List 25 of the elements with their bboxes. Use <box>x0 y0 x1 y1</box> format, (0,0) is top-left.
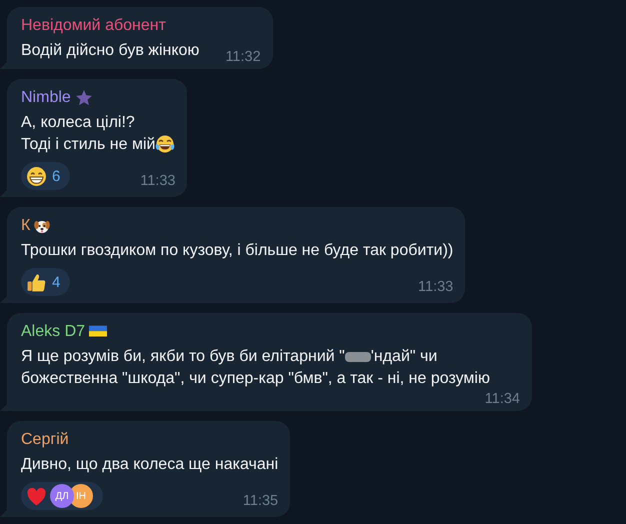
heart-icon <box>26 486 47 506</box>
user-avatar: ДЛ <box>50 484 74 508</box>
star-icon <box>74 89 93 107</box>
sender-name[interactable]: Nimble <box>21 89 71 107</box>
sender-name[interactable]: Aleks D7 <box>21 323 86 341</box>
sender-name[interactable]: Сергій <box>21 431 69 449</box>
laughing-face-icon <box>155 134 176 154</box>
thumbs-up-icon <box>26 272 47 292</box>
message-text: Я ще розумів би, якби то був би елітарний " 'ндай" чи божественна "шкода", чи супер-кар "бмв", а так - ні, не розумію <box>21 347 491 389</box>
message-text: Водій дійсно був жінкою <box>21 41 200 61</box>
message-time: 11:34 <box>484 390 520 408</box>
message-text: А, колеса цілі!? Тоді і стиль не мій <box>21 113 156 155</box>
message-time: 11:32 <box>225 48 261 66</box>
reaction-chip[interactable]: 6 <box>21 162 70 190</box>
censor-mark <box>344 352 371 362</box>
message-text: Трошки гвоздиком по кузову, і більше не буде так робити)) <box>21 241 454 261</box>
message-time: 11:35 <box>242 492 278 510</box>
sender-name[interactable]: К <box>21 217 30 235</box>
message-text: Дивно, що два колеса ще накачані <box>21 455 278 475</box>
message-time: 11:33 <box>140 172 176 190</box>
grinning-face-icon <box>26 166 47 186</box>
reaction-chip[interactable]: 4 <box>21 268 70 296</box>
message-time: 11:33 <box>418 278 454 296</box>
reaction-chip[interactable]: ДЛ ІН <box>21 482 103 510</box>
sender-name[interactable]: Невідомий абонент <box>21 17 166 35</box>
